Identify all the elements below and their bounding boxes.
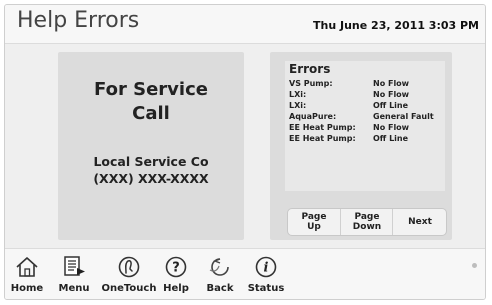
date-time-display: Thu June 23, 2011 3:03 PM (313, 19, 479, 32)
error-status: Off Line (373, 101, 409, 110)
bottom-nav-bar: Home Menu OneTouch ? Help Back i Status (5, 248, 485, 299)
page-controls: Page Up Page Down Next (287, 208, 447, 236)
error-status: General Fault (373, 112, 434, 121)
nav-menu-label: Menu (58, 283, 90, 294)
nav-status-button[interactable]: i Status (245, 249, 287, 299)
nav-help-label: Help (163, 283, 189, 294)
error-status: Off Line (373, 134, 409, 143)
nav-home-button[interactable]: Home (9, 249, 45, 299)
svg-text:?: ? (172, 261, 180, 276)
nav-home-label: Home (10, 283, 44, 294)
error-row: VS Pump: No Flow (289, 79, 449, 90)
error-device: LXi: (289, 90, 307, 99)
error-device: AquaPure: (289, 112, 337, 121)
nav-onetouch-button[interactable]: OneTouch (101, 249, 157, 299)
error-row: LXi: No Flow (289, 90, 449, 101)
back-icon (209, 258, 229, 276)
error-status: No Flow (373, 123, 410, 132)
help-icon: ? (165, 256, 187, 278)
error-device: EE Heat Pump: (289, 134, 356, 143)
indicator-dot (472, 263, 477, 268)
service-heading-line1: For Service (94, 79, 208, 100)
page-up-button[interactable]: Page Up (288, 209, 340, 235)
error-device: EE Heat Pump: (289, 123, 356, 132)
service-phone: (XXX) XXX-XXXX (93, 171, 209, 186)
header-bar: Help Errors Thu June 23, 2011 3:03 PM (5, 5, 485, 44)
service-company-name: Local Service Co (93, 154, 209, 169)
svg-text:i: i (264, 261, 269, 276)
error-row: EE Heat Pump: Off Line (289, 134, 449, 145)
errors-title: Errors (289, 62, 331, 76)
status-icon: i (255, 256, 277, 278)
onetouch-icon (118, 256, 140, 278)
next-button[interactable]: Next (392, 209, 447, 235)
page-title: Help Errors (17, 8, 140, 33)
error-row: EE Heat Pump: No Flow (289, 123, 449, 134)
error-device: LXi: (289, 101, 307, 110)
nav-back-label: Back (206, 283, 234, 294)
service-company-info: Local Service Co (XXX) XXX-XXXX (58, 153, 244, 187)
home-icon (16, 257, 38, 277)
error-device: VS Pump: (289, 79, 333, 88)
error-row: AquaPure: General Fault (289, 112, 449, 123)
nav-status-label: Status (247, 283, 285, 294)
nav-help-button[interactable]: ? Help (159, 249, 193, 299)
service-contact-panel: For Service Call Local Service Co (XXX) … (58, 52, 244, 240)
error-status: No Flow (373, 79, 410, 88)
errors-panel: Errors VS Pump: No Flow LXi: No Flow LXi… (270, 52, 452, 240)
nav-back-button[interactable]: Back (201, 249, 239, 299)
page-down-button[interactable]: Page Down (340, 209, 393, 235)
menu-icon (64, 256, 85, 276)
errors-list: Errors VS Pump: No Flow LXi: No Flow LXi… (285, 61, 445, 191)
service-heading-line2: Call (132, 103, 170, 124)
error-row: LXi: Off Line (289, 101, 449, 112)
nav-menu-button[interactable]: Menu (55, 249, 93, 299)
nav-onetouch-label: OneTouch (101, 283, 157, 294)
error-status: No Flow (373, 90, 410, 99)
screen-frame: Help Errors Thu June 23, 2011 3:03 PM Fo… (4, 4, 486, 300)
service-heading: For Service Call (58, 78, 244, 126)
